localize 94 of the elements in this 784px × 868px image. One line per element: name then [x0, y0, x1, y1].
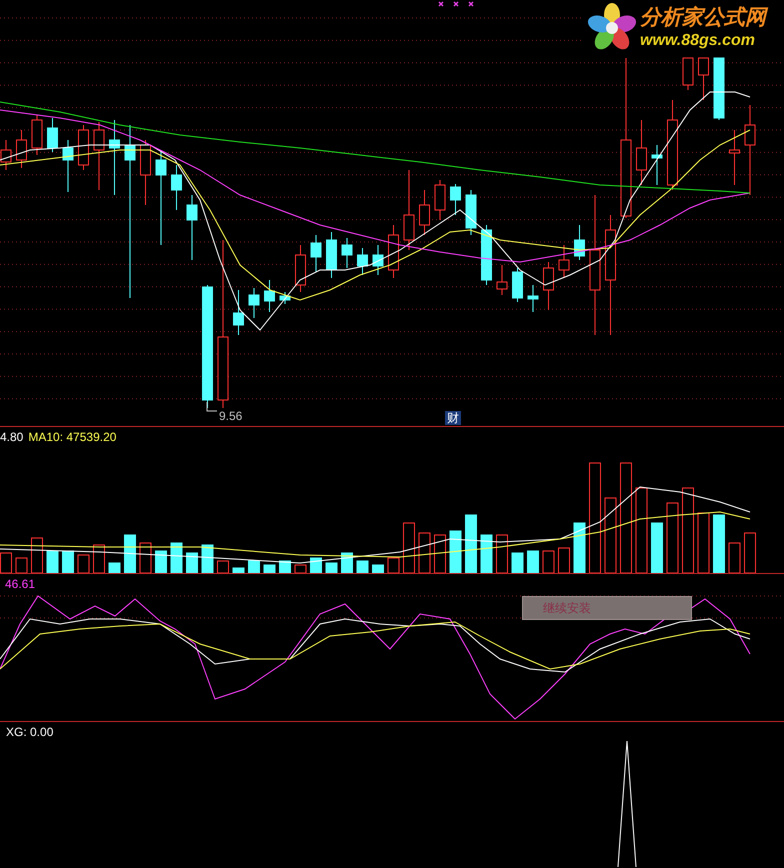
candlestick — [32, 114, 42, 156]
candlestick — [78, 124, 89, 170]
volume-bar — [62, 550, 74, 573]
candlestick — [140, 140, 151, 206]
volume-ma10-value: MA10: 47539.20 — [28, 429, 116, 446]
candlestick — [280, 292, 290, 304]
volume-bar — [698, 512, 710, 573]
candlestick — [698, 58, 709, 100]
volume-bar — [202, 544, 214, 573]
candlestick — [388, 224, 399, 278]
candlestick — [326, 232, 337, 278]
flower-icon — [588, 2, 636, 52]
candlestick — [419, 190, 430, 236]
volume-bar — [248, 560, 260, 573]
volume-bar — [31, 538, 43, 573]
volume-bar — [46, 550, 58, 573]
candlestick — [248, 288, 260, 318]
candlestick — [466, 190, 476, 236]
volume-bar — [372, 564, 384, 573]
candlestick — [636, 120, 647, 186]
volume-bar — [217, 560, 229, 573]
logo-title: 分析家公式网 — [640, 4, 766, 30]
cross-marker-icon — [438, 1, 444, 7]
volume-bar — [186, 552, 198, 573]
volume-bar — [16, 558, 28, 573]
volume-bar — [140, 542, 152, 573]
volume-bar — [418, 532, 430, 573]
volume-bar — [651, 522, 663, 573]
candlestick — [729, 130, 740, 186]
candlestick — [450, 184, 461, 216]
candlestick — [295, 244, 306, 292]
volume-bar — [264, 564, 276, 573]
xg-value: XG: 0.00 — [6, 724, 54, 741]
candlestick — [714, 58, 724, 120]
volume-bar — [527, 550, 539, 573]
continue-install-button[interactable]: 继续安装 — [522, 596, 692, 620]
candlestick — [434, 180, 446, 220]
volume-bar — [744, 532, 756, 573]
candlestick — [62, 140, 74, 192]
volume-bar — [124, 534, 136, 573]
volume-bar — [310, 558, 322, 573]
leader-line — [206, 402, 218, 412]
candlestick — [186, 194, 198, 260]
candlestick — [16, 130, 27, 168]
candlestick — [47, 118, 58, 152]
volume-bar — [666, 502, 678, 573]
volume-bar — [232, 568, 244, 573]
candlestick — [481, 224, 492, 286]
volume-bar — [450, 530, 462, 573]
volume-bar — [465, 514, 477, 573]
volume-bar — [496, 534, 508, 573]
candlestick — [496, 264, 508, 296]
cross-marker-icon — [468, 1, 474, 7]
volume-bar — [93, 544, 105, 573]
candlestick — [512, 268, 523, 302]
candlestick — [233, 290, 244, 336]
volume-bar — [279, 560, 291, 573]
volume-bar — [434, 534, 446, 573]
price-low-label: 9.56 — [219, 409, 242, 423]
volume-bar — [108, 562, 120, 573]
volume-bar — [341, 552, 353, 573]
candlestick — [543, 262, 554, 310]
candlestick — [652, 144, 662, 186]
volume-bar — [480, 534, 492, 573]
candlestick — [342, 238, 352, 268]
candlestick — [682, 58, 694, 90]
candlestick — [528, 284, 538, 312]
candlestick — [372, 244, 384, 276]
volume-bar — [542, 550, 554, 573]
candlestick — [574, 224, 585, 260]
volume-bar — [388, 558, 400, 573]
volume-bar — [713, 514, 725, 573]
indicator-value: 46.61 — [5, 576, 36, 593]
volume-bar — [294, 564, 306, 573]
candlestick — [310, 234, 322, 272]
volume-bar — [728, 542, 740, 573]
candlestick — [171, 164, 182, 210]
volume-bar — [512, 552, 524, 573]
candlestick — [264, 280, 275, 312]
candlestick — [357, 248, 368, 276]
candlestick — [94, 122, 104, 190]
volume-bar — [403, 522, 415, 573]
volume-bar — [326, 562, 338, 573]
volume-bar — [574, 522, 586, 573]
volume-bar — [170, 542, 182, 573]
marker-label: 财 — [445, 411, 461, 425]
volume-value: 4.80 — [0, 429, 24, 446]
volume-bar — [356, 560, 368, 573]
volume-bar — [155, 550, 167, 573]
volume-bar — [78, 554, 90, 573]
cross-marker-icon — [453, 1, 459, 7]
candlestick — [558, 244, 570, 278]
volume-bar — [558, 548, 570, 573]
logo-url: www.88gs.com — [640, 30, 756, 50]
